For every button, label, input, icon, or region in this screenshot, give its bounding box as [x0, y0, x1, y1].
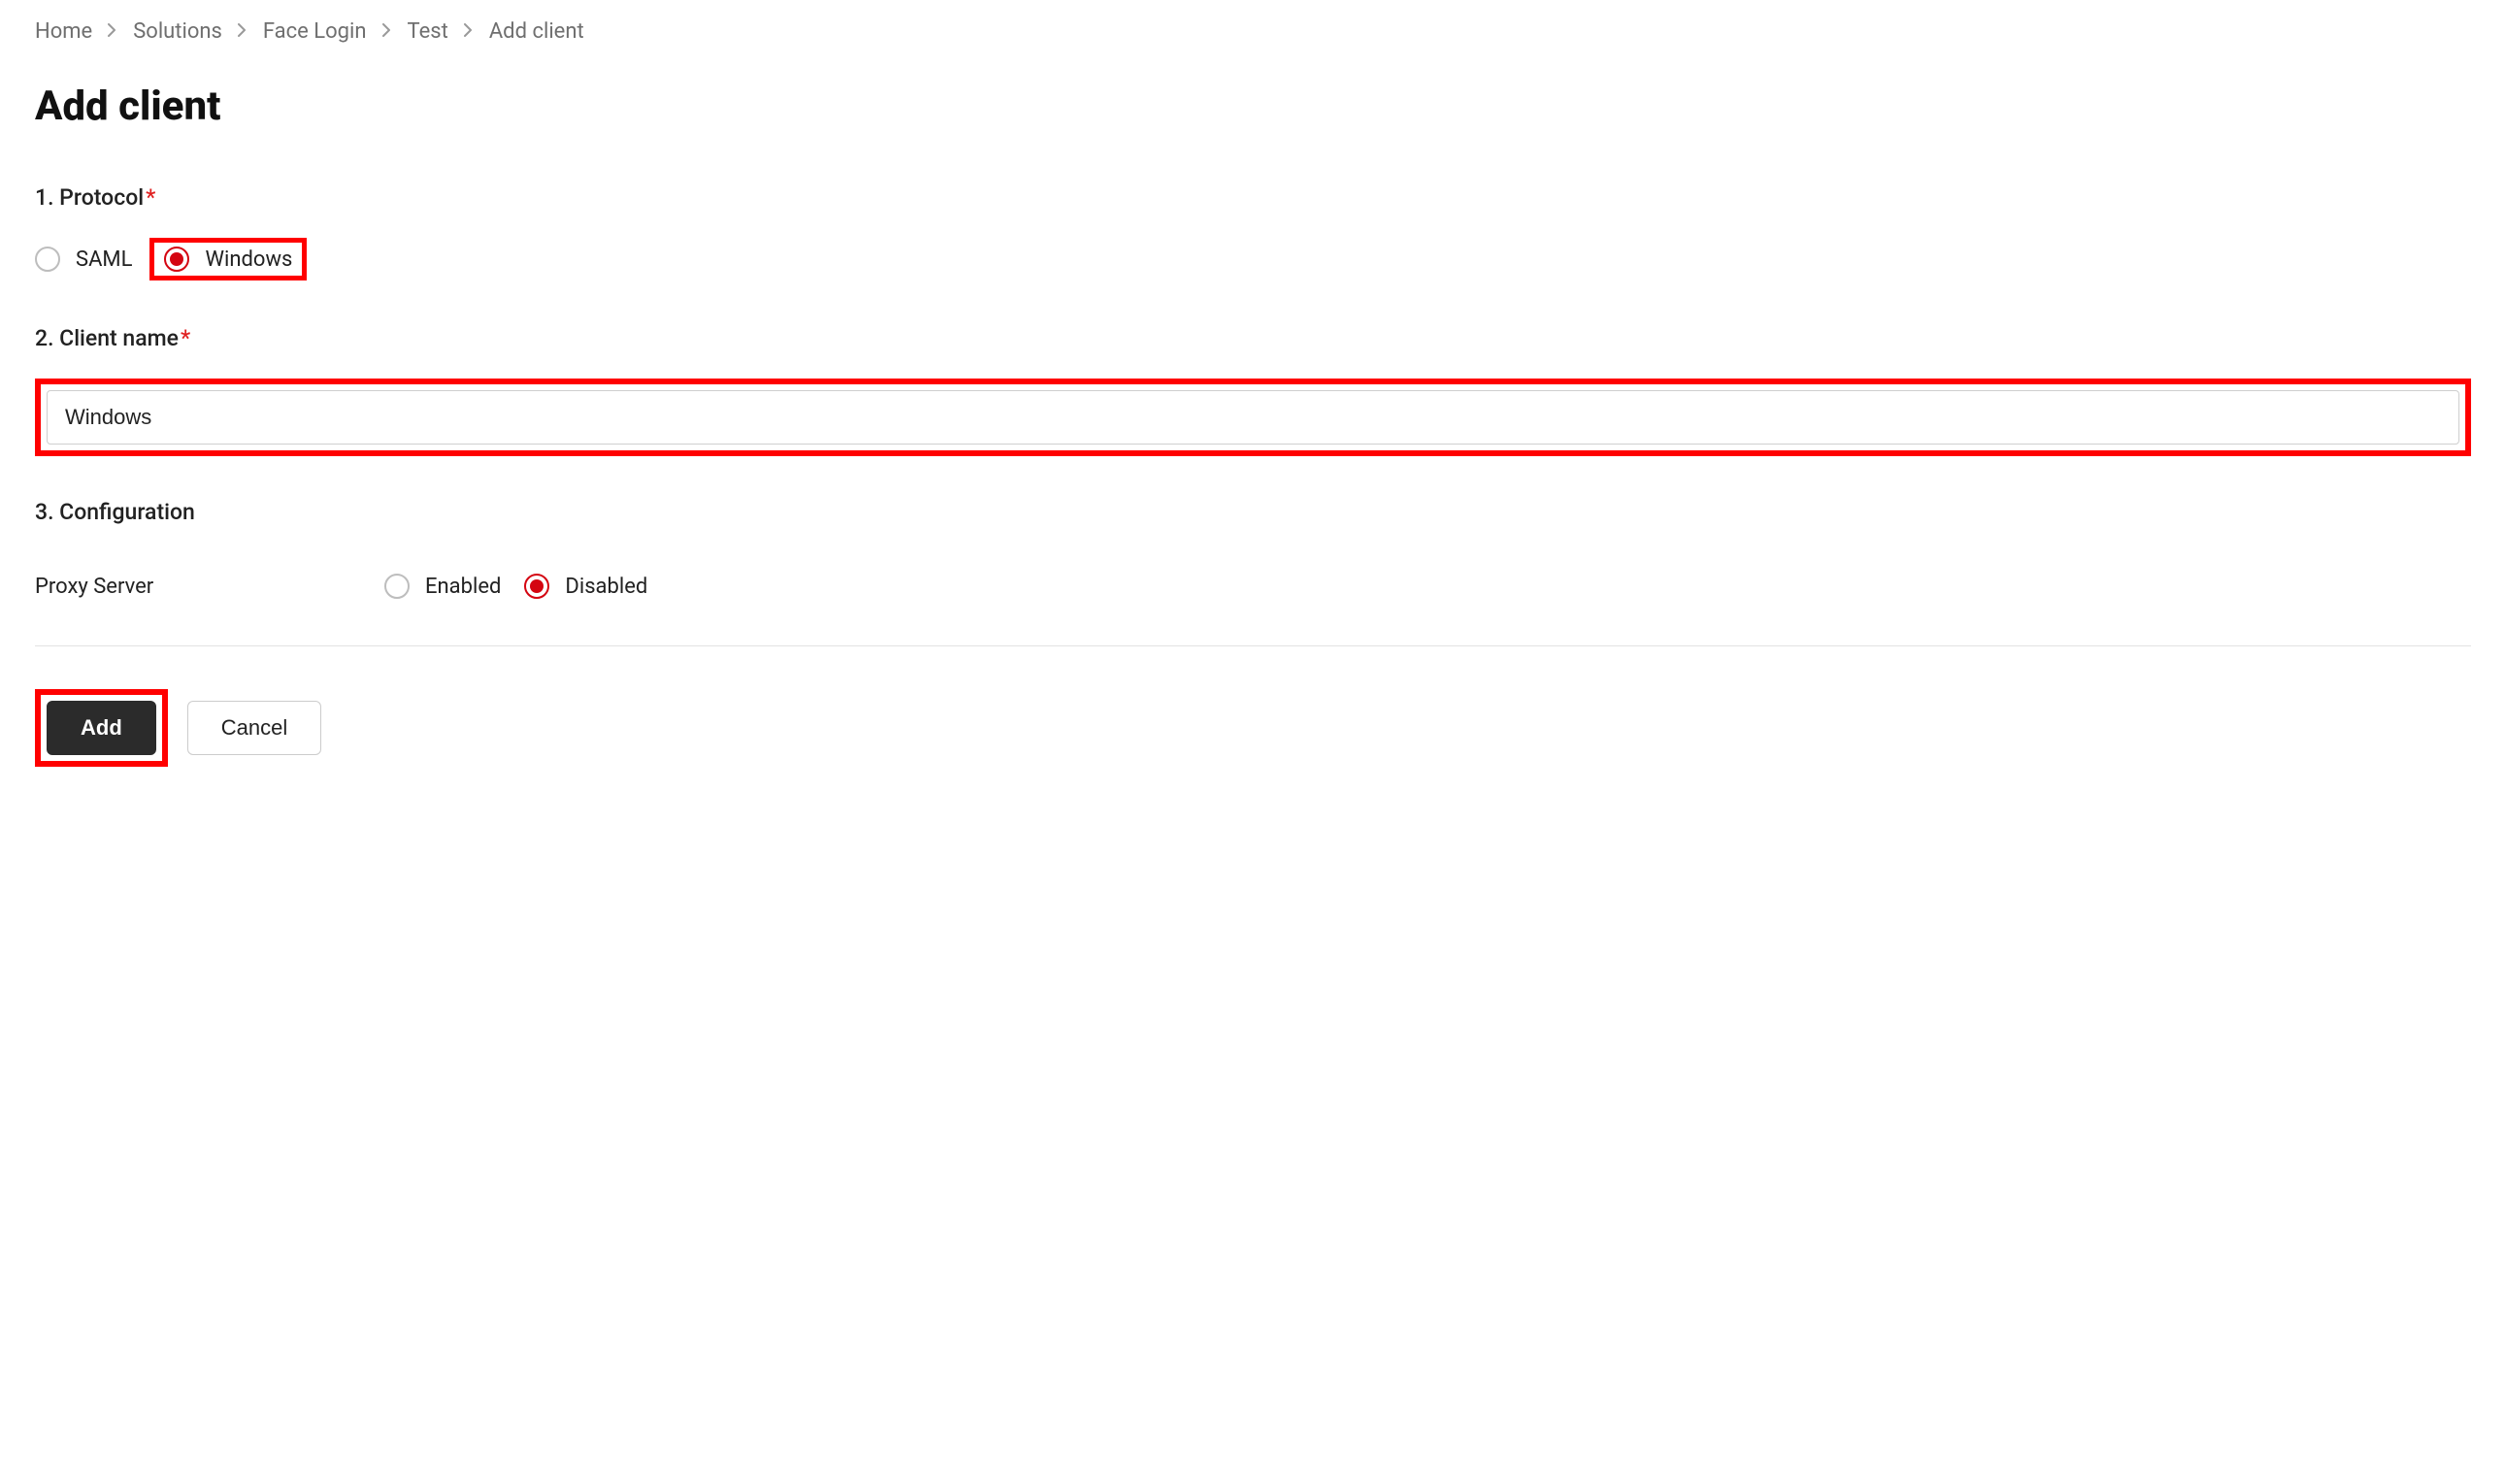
clientname-input[interactable]: [47, 390, 2459, 445]
breadcrumb-home[interactable]: Home: [35, 19, 92, 44]
chevron-right-icon: [108, 21, 117, 42]
proxy-radio-disabled[interactable]: Disabled: [524, 574, 647, 599]
breadcrumb-solutions[interactable]: Solutions: [133, 19, 222, 44]
chevron-right-icon: [238, 21, 247, 42]
protocol-radio-saml[interactable]: SAML: [35, 247, 132, 272]
breadcrumb-current: Add client: [489, 19, 584, 44]
highlight-protocol-windows: Windows: [149, 238, 307, 280]
required-mark: *: [181, 325, 190, 351]
radio-label: Enabled: [425, 575, 501, 599]
radio-icon: [164, 247, 189, 272]
radio-icon: [384, 574, 410, 599]
chevron-right-icon: [464, 21, 474, 42]
breadcrumb-test[interactable]: Test: [408, 19, 448, 44]
page-title: Add client: [35, 82, 2471, 130]
radio-icon: [524, 574, 549, 599]
protocol-radio-windows[interactable]: Windows: [164, 247, 292, 272]
breadcrumb: Home Solutions Face Login Test Add clien…: [35, 19, 2471, 44]
highlight-add-button: Add: [35, 689, 168, 767]
proxy-server-label: Proxy Server: [35, 575, 384, 599]
configuration-section-label: 3. Configuration: [35, 499, 2471, 525]
radio-label: SAML: [76, 247, 132, 272]
cancel-button[interactable]: Cancel: [187, 701, 321, 755]
breadcrumb-facelogin[interactable]: Face Login: [263, 19, 367, 44]
chevron-right-icon: [382, 21, 392, 42]
add-button[interactable]: Add: [47, 701, 156, 755]
clientname-section-label: 2. Client name*: [35, 325, 2471, 351]
radio-icon: [35, 247, 60, 272]
divider: [35, 645, 2471, 646]
radio-label: Windows: [205, 247, 292, 272]
radio-label: Disabled: [565, 575, 647, 599]
proxy-radio-enabled[interactable]: Enabled: [384, 574, 501, 599]
required-mark: *: [146, 184, 155, 211]
highlight-clientname-input: [35, 379, 2471, 456]
protocol-section-label: 1. Protocol*: [35, 184, 2471, 211]
